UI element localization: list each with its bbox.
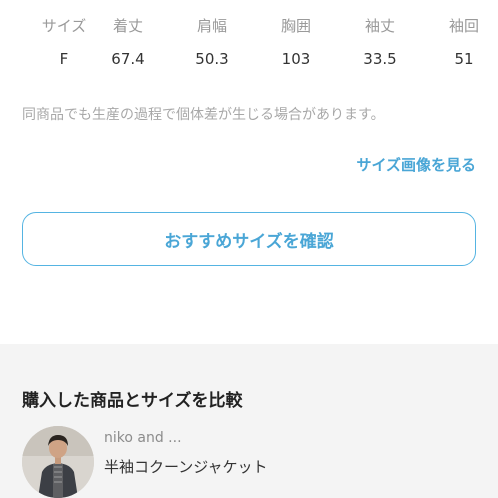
sleeve-value: 33.5 bbox=[363, 50, 397, 68]
view-size-image-link[interactable]: サイズ画像を見る bbox=[356, 154, 476, 175]
sleeve-circumference-header: 袖回 bbox=[448, 17, 479, 35]
purchased-product-item[interactable]: niko and ... 半袖コクーンジャケット bbox=[22, 426, 482, 498]
product-thumbnail bbox=[22, 426, 94, 498]
recommend-size-button-label: おすすめサイズを確認 bbox=[164, 231, 334, 252]
chest-value: 103 bbox=[281, 50, 311, 68]
product-thumbnail-image bbox=[22, 426, 94, 498]
sleeve-header: 袖丈 bbox=[364, 17, 395, 35]
size-column-sleeve: 袖丈 33.5 bbox=[340, 12, 420, 70]
size-table: サイズ F 着丈 67.4 肩幅 50.3 胸囲 103 袖丈 33.5 袖回 … bbox=[0, 12, 498, 72]
size-column-sleeve-circumference: 袖回 51 bbox=[424, 12, 498, 70]
chest-header: 胸囲 bbox=[280, 17, 311, 35]
compare-section-title: 購入した商品とサイズを比較 bbox=[22, 391, 243, 411]
size-variance-note: 同商品でも生産の過程で個体差が生じる場合があります。 bbox=[22, 107, 385, 123]
length-value: 67.4 bbox=[111, 50, 145, 68]
shoulder-value: 50.3 bbox=[195, 50, 229, 68]
sleeve-circumference-value: 51 bbox=[454, 50, 474, 68]
recommend-size-button[interactable]: おすすめサイズを確認 bbox=[22, 212, 476, 266]
size-column-length: 着丈 67.4 bbox=[88, 12, 168, 70]
length-header: 着丈 bbox=[112, 17, 143, 35]
shoulder-header: 肩幅 bbox=[196, 17, 227, 35]
product-name: 半袖コクーンジャケット bbox=[104, 458, 268, 476]
size-column-shoulder: 肩幅 50.3 bbox=[172, 12, 252, 70]
compare-section: 購入した商品とサイズを比較 niko and ... 半袖コクーンジャケット bbox=[0, 344, 498, 498]
size-column-chest: 胸囲 103 bbox=[256, 12, 336, 70]
product-brand: niko and ... bbox=[104, 430, 182, 446]
